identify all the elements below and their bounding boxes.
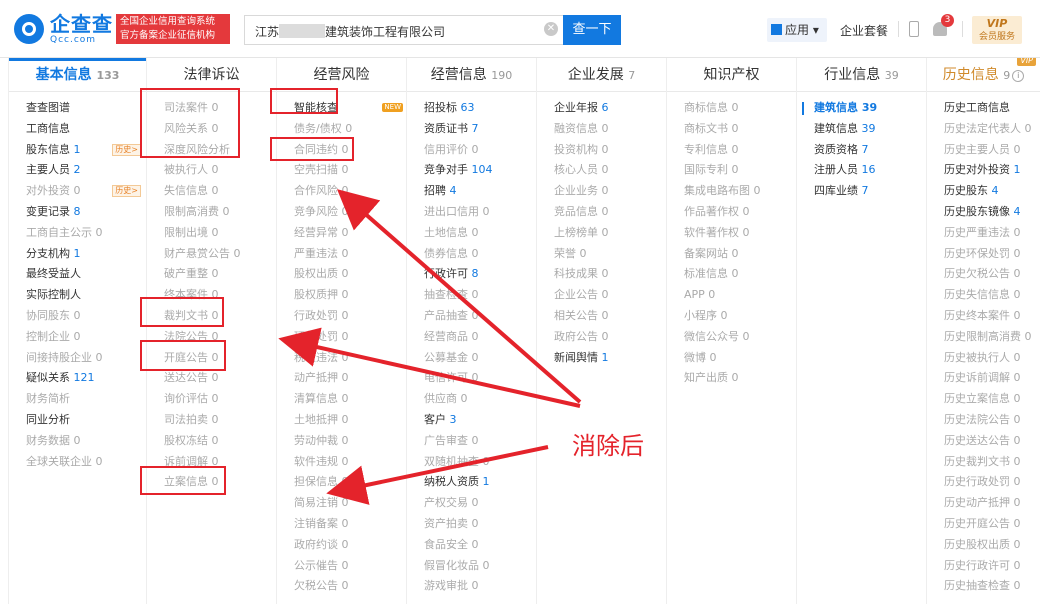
annotation-note: 消除后 [572, 432, 644, 460]
arrow-line [278, 327, 581, 408]
arrow-line [326, 445, 549, 505]
annotation-arrows [278, 189, 582, 505]
arrow-line [336, 189, 582, 404]
